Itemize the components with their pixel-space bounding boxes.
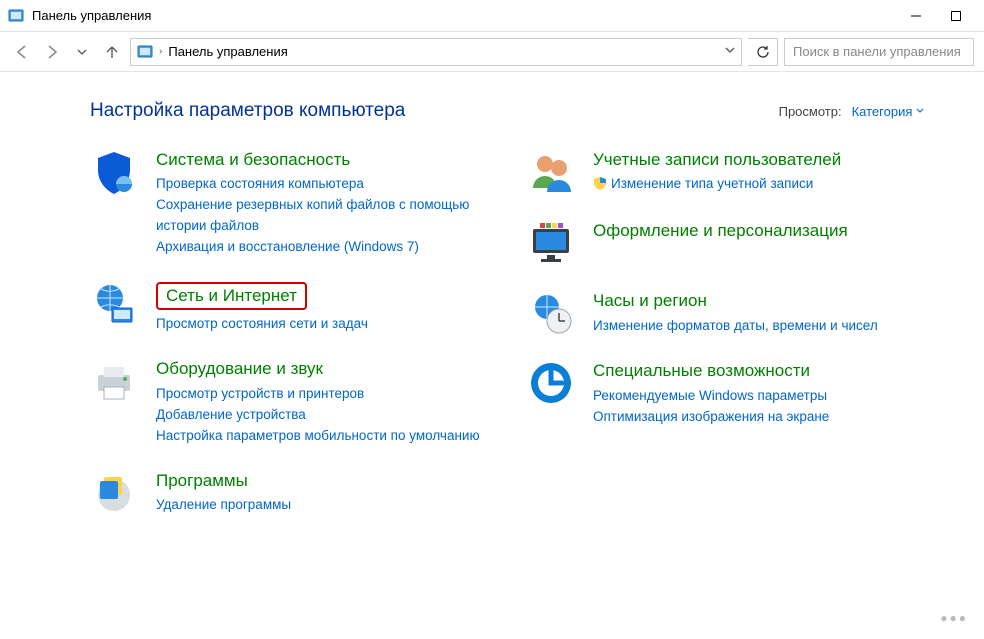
sublink[interactable]: Просмотр состояния сети и задач: [156, 314, 368, 335]
sublink[interactable]: Архивация и восстановление (Windows 7): [156, 237, 487, 258]
control-panel-icon: [8, 8, 24, 24]
clock-globe-icon: [527, 289, 575, 337]
ease-of-access-icon: [527, 359, 575, 407]
users-icon: [527, 148, 575, 196]
category-title[interactable]: Оформление и персонализация: [593, 221, 848, 241]
content-area: Настройка параметров компьютера Просмотр…: [0, 72, 984, 559]
search-input[interactable]: [784, 38, 974, 66]
category-ease-of-access: Специальные возможности Рекомендуемые Wi…: [527, 359, 924, 427]
monitor-colors-icon: [527, 219, 575, 267]
right-column: Учетные записи пользователей Изменение т…: [527, 148, 924, 539]
uac-shield-icon: [593, 176, 607, 197]
page-title: Настройка параметров компьютера: [90, 100, 405, 122]
sublink[interactable]: Рекомендуемые Windows параметры: [593, 386, 829, 407]
maximize-button[interactable]: [936, 2, 976, 30]
category-hardware-sound: Оборудование и звук Просмотр устройств и…: [90, 357, 487, 446]
watermark-dots: ●●●: [940, 611, 968, 625]
sublink[interactable]: Удаление программы: [156, 495, 291, 516]
category-title[interactable]: Программы: [156, 471, 291, 491]
left-column: Система и безопасность Проверка состояни…: [90, 148, 487, 539]
category-title[interactable]: Часы и регион: [593, 291, 878, 311]
category-appearance: Оформление и персонализация: [527, 219, 924, 267]
sublink[interactable]: Сохранение резервных копий файлов с помо…: [156, 195, 487, 237]
breadcrumb-item[interactable]: Панель управления: [168, 44, 287, 59]
globe-network-icon: [90, 280, 138, 328]
category-title[interactable]: Оборудование и звук: [156, 359, 480, 379]
category-network-internet: Сеть и Интернет Просмотр состояния сети …: [90, 280, 487, 335]
view-by-label: Просмотр:: [779, 104, 842, 119]
up-button[interactable]: [100, 40, 124, 64]
shield-icon: [90, 148, 138, 196]
view-by-dropdown[interactable]: Категория: [852, 104, 924, 119]
sublink[interactable]: Просмотр устройств и принтеров: [156, 384, 480, 405]
category-title[interactable]: Сеть и Интернет: [156, 282, 307, 310]
sublink[interactable]: Проверка состояния компьютера: [156, 174, 487, 195]
category-title[interactable]: Система и безопасность: [156, 150, 487, 170]
sublink[interactable]: Изменение типа учетной записи: [593, 174, 841, 197]
sublink[interactable]: Настройка параметров мобильности по умол…: [156, 426, 480, 447]
address-bar[interactable]: › Панель управления: [130, 38, 742, 66]
window-title: Панель управления: [32, 8, 151, 23]
minimize-button[interactable]: [896, 2, 936, 30]
category-system-security: Система и безопасность Проверка состояни…: [90, 148, 487, 258]
sublink[interactable]: Добавление устройства: [156, 405, 480, 426]
chevron-right-icon: ›: [159, 46, 162, 57]
recent-locations-button[interactable]: [70, 40, 94, 64]
control-panel-icon: [137, 44, 153, 60]
forward-button[interactable]: [40, 40, 64, 64]
category-user-accounts: Учетные записи пользователей Изменение т…: [527, 148, 924, 197]
programs-disc-icon: [90, 469, 138, 517]
view-by: Просмотр: Категория: [779, 104, 924, 119]
titlebar: Панель управления: [0, 0, 984, 32]
printer-icon: [90, 357, 138, 405]
sublink[interactable]: Оптимизация изображения на экране: [593, 407, 829, 428]
category-clock-region: Часы и регион Изменение форматов даты, в…: [527, 289, 924, 337]
category-title[interactable]: Специальные возможности: [593, 361, 829, 381]
back-button[interactable]: [10, 40, 34, 64]
category-programs: Программы Удаление программы: [90, 469, 487, 517]
refresh-button[interactable]: [748, 38, 778, 66]
navbar: › Панель управления: [0, 32, 984, 72]
category-title[interactable]: Учетные записи пользователей: [593, 150, 841, 170]
chevron-down-icon[interactable]: [725, 45, 735, 58]
sublink[interactable]: Изменение форматов даты, времени и чисел: [593, 316, 878, 337]
